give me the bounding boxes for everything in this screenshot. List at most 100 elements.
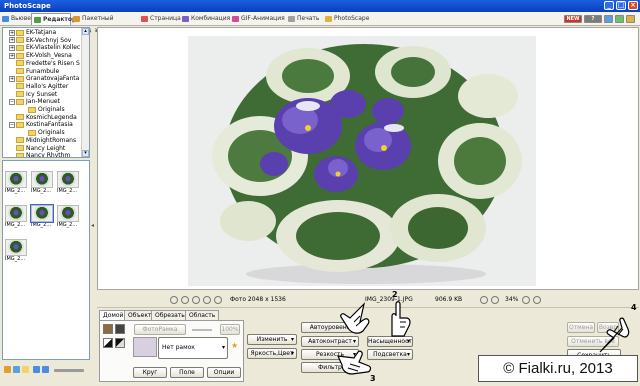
photo-frame-button[interactable]: ФотоРамка	[134, 324, 186, 335]
bw-icon[interactable]	[103, 338, 113, 348]
zoom-out-icon[interactable]	[480, 296, 488, 304]
tab-print[interactable]: Печать	[286, 13, 323, 25]
delete-icon[interactable]	[214, 296, 222, 304]
thumbnail[interactable]: IMG_2...	[5, 171, 29, 197]
expander-icon[interactable]: +	[9, 44, 15, 51]
photo-dimensions: Фото 2048 x 1536	[230, 296, 286, 303]
scroll-down-arrow-icon[interactable]: ▾	[82, 150, 89, 157]
tree-item-label: Nancy Rhythm	[26, 152, 71, 158]
expander-icon[interactable]: +	[9, 52, 15, 59]
back-icon[interactable]	[33, 366, 40, 373]
tab-photoscape[interactable]: PhotoScape	[323, 13, 371, 25]
brightness-color-button[interactable]: Яркость,Цвет	[247, 348, 297, 359]
frame-color-icon[interactable]	[103, 324, 113, 334]
folder-icon	[16, 152, 24, 157]
favorite-star-icon[interactable]: ★	[231, 341, 238, 350]
print-icon[interactable]	[192, 296, 200, 304]
thumbnail[interactable]: IMG_2...	[31, 171, 55, 197]
frame-slider[interactable]	[192, 329, 212, 331]
thumbnail[interactable]: IMG_2...	[5, 239, 29, 265]
thumbnail-size-slider[interactable]	[54, 369, 84, 372]
expander-icon[interactable]: +	[9, 29, 15, 36]
settings-icon[interactable]	[604, 15, 613, 23]
thumbnail-caption: IMG_2...	[57, 188, 78, 194]
collapse-arrow-icon[interactable]: ◂	[91, 222, 95, 230]
image-viewer[interactable]	[97, 27, 639, 290]
folder-icon	[16, 91, 24, 98]
notice-icon[interactable]: NEW	[564, 15, 582, 23]
forward-icon[interactable]	[42, 366, 49, 373]
help-icon[interactable]: ?	[584, 15, 602, 23]
thumbnail[interactable]: IMG_2...	[57, 171, 81, 197]
invert-icon[interactable]	[115, 338, 125, 348]
pointing-hand-icon	[337, 350, 372, 375]
tab-page[interactable]: Страница	[139, 13, 181, 25]
tab-viewer[interactable]: Вьювер	[0, 13, 35, 25]
frame-preview	[133, 337, 157, 357]
favorites-icon[interactable]	[4, 366, 11, 373]
tab-combine[interactable]: Комбинация	[180, 13, 230, 25]
field-button[interactable]: Поле	[170, 367, 204, 378]
tab-editor[interactable]: Редактор	[31, 13, 76, 25]
pointing-hand-icon	[391, 301, 411, 337]
thumbnail[interactable]: IMG_2...	[5, 205, 29, 231]
tab-region[interactable]: Область	[185, 310, 220, 320]
folder-icon	[16, 121, 24, 128]
expander-icon[interactable]: +	[9, 75, 15, 82]
folder-icon	[28, 129, 36, 136]
thumbnail-image	[31, 171, 53, 188]
tab-batch-editor[interactable]: Пакетный редактор	[71, 13, 139, 34]
tab-gif-animation[interactable]: GIF-Анимация	[230, 13, 286, 25]
scroll-up-arrow-icon[interactable]: ▴	[82, 28, 89, 35]
thumbnail[interactable]: IMG_2...	[57, 205, 81, 231]
frame-percent[interactable]: 100%	[220, 324, 240, 335]
tab-crop[interactable]: Обрезать	[151, 310, 189, 320]
rotate-right-icon[interactable]	[181, 296, 189, 304]
undo-button[interactable]: Отмена	[567, 322, 595, 333]
combine-icon	[182, 16, 189, 22]
tree-scrollbar[interactable]: ▴ ▾	[81, 28, 89, 157]
printer-icon	[288, 16, 295, 22]
folder-icon	[16, 114, 24, 121]
folder-icon	[16, 98, 24, 105]
thumbnail-image	[5, 205, 27, 222]
window-title: PhotoScape	[4, 2, 51, 10]
fit-icon[interactable]	[491, 296, 499, 304]
gif-icon	[232, 16, 239, 22]
maximize-button[interactable]: □	[616, 1, 626, 10]
resize-button[interactable]: Изменить	[247, 334, 297, 345]
thumbnail-caption: IMG_2...	[5, 188, 26, 194]
expander-icon[interactable]: −	[9, 121, 15, 128]
rotate-left-icon[interactable]	[170, 296, 178, 304]
folder-icon	[16, 60, 24, 67]
tree-item-label: Jan-Menuet	[26, 98, 60, 106]
minimize-button[interactable]: _	[604, 1, 614, 10]
info-icon[interactable]	[626, 15, 635, 23]
thumbnail-image	[5, 239, 27, 256]
file-size: 906.9 KB	[435, 296, 463, 303]
zoom-in-icon[interactable]	[522, 296, 530, 304]
panel-splitter[interactable]: ◂	[91, 27, 95, 360]
folder-tree[interactable]: + EK-Tatjana + EK-Vechnyj Sov + EK-Vlastelin …	[2, 27, 90, 158]
options-button[interactable]: Опции	[207, 367, 241, 378]
actual-size-icon[interactable]	[533, 296, 541, 304]
frame-select[interactable]: Нет рамок	[158, 337, 228, 359]
thumbnail[interactable]: IMG_2...	[30, 204, 55, 231]
circle-button[interactable]: Круг	[133, 367, 167, 378]
tree-item-label: Nancy Leight	[26, 144, 66, 152]
copy-icon[interactable]	[203, 296, 211, 304]
tree-item[interactable]: Nancy Rhythm	[9, 152, 71, 158]
folder-icon	[16, 145, 24, 151]
refresh-icon[interactable]	[13, 366, 20, 373]
folder-icon[interactable]	[22, 366, 29, 373]
thumbnail-image	[57, 171, 79, 188]
skin-icon[interactable]	[615, 15, 624, 23]
photo-canvas[interactable]	[188, 36, 536, 286]
expander-icon[interactable]: −	[9, 98, 15, 105]
photoscape-icon	[325, 16, 332, 22]
expander-icon[interactable]: +	[9, 37, 15, 44]
folder-icon	[16, 137, 24, 144]
frame-dark-icon[interactable]	[115, 324, 125, 334]
tree-item-label: EK-Volsh_Vesna	[26, 52, 72, 60]
close-button[interactable]: ×	[628, 1, 638, 10]
